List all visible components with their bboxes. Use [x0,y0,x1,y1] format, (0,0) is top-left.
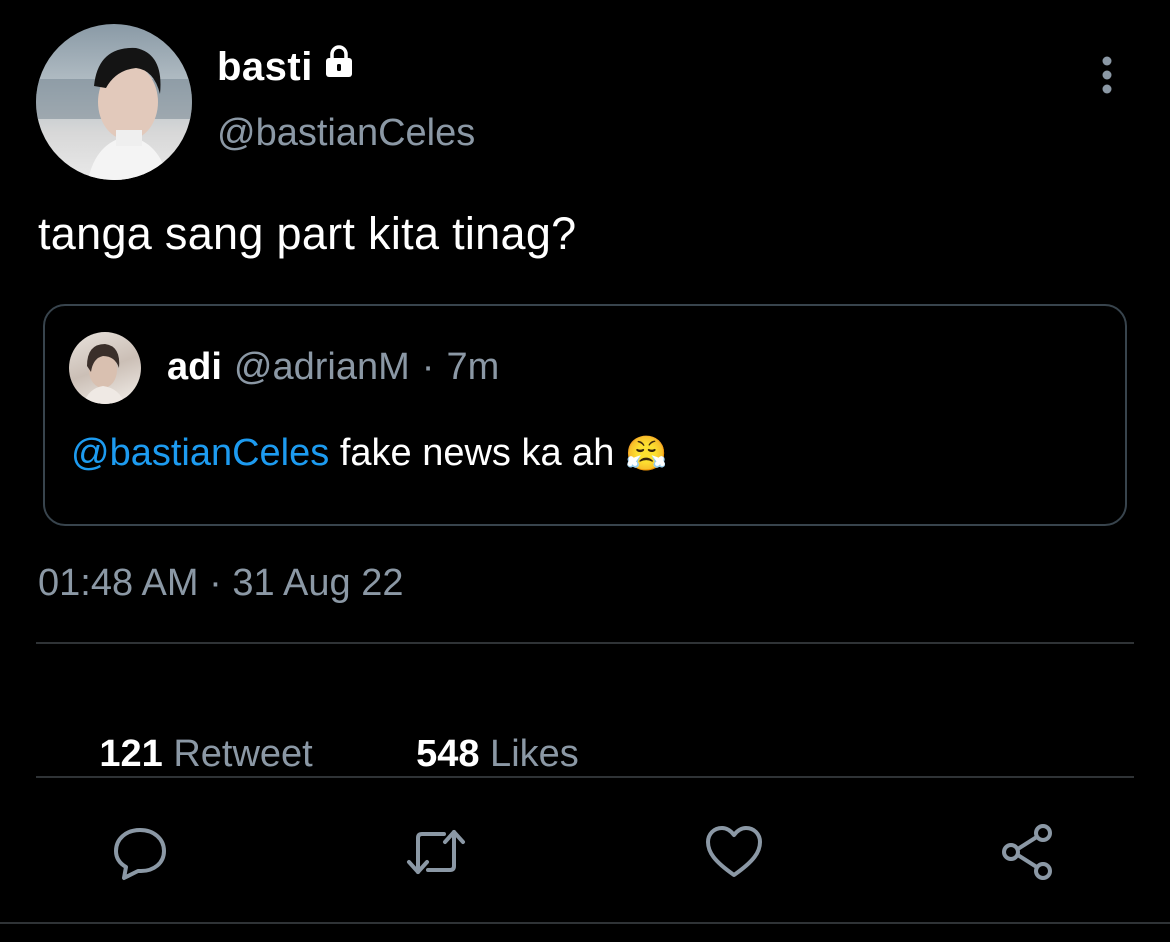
retweet-icon [407,830,465,874]
tweet-text: tanga sang part kita tinag? [38,208,577,259]
tweet-timestamp[interactable]: 01:48 AM · 31 Aug 22 [38,562,404,605]
likes-count: 548 [416,733,480,775]
mention-link[interactable]: @bastianCeles [71,432,329,475]
likes-stat[interactable]: 548 Likes [353,690,579,819]
divider [36,642,1134,644]
reply-button[interactable] [108,820,172,884]
author-avatar-photo [36,47,192,180]
quoted-tweet-header: adi @adrianM · 7m [167,346,499,389]
retweets-count: 121 [99,733,163,775]
quoted-author-handle[interactable]: @adrianM [234,346,410,389]
retweets-stat[interactable]: 121 Retweet [36,690,313,819]
quoted-author-name[interactable]: adi [167,346,222,389]
bottom-divider [0,922,1170,924]
quoted-tweet-text: @bastianCeles fake news ka ah 😤 [71,432,667,475]
more-options-button[interactable] [1090,52,1124,98]
engagement-stats: 121 Retweet 548 Likes [36,690,579,819]
quoted-avatar-photo [83,344,125,404]
reply-icon [114,828,166,880]
more-vertical-icon [1102,56,1112,94]
author-name-row: basti [217,44,357,90]
huffing-face-emoji: 😤 [625,434,668,473]
quoted-tweet-body: fake news ka ah [329,432,625,474]
heart-icon [706,826,762,877]
separator-dot: · [421,346,435,388]
quoted-tweet-time: 7m [446,346,500,388]
lock-icon [321,44,357,90]
share-button[interactable] [996,820,1060,884]
retweets-label: Retweet [162,733,313,775]
author-display-name[interactable]: basti [217,45,313,90]
like-button[interactable] [702,820,766,884]
quoted-tweet-card[interactable]: adi @adrianM · 7m @bastianCeles fake new… [43,304,1127,526]
likes-label: Likes [479,733,579,775]
share-icon [1002,824,1052,880]
quoted-author-avatar[interactable] [69,332,141,404]
retweet-button[interactable] [404,820,468,884]
divider [36,776,1134,778]
author-handle[interactable]: @bastianCeles [217,112,475,155]
author-avatar[interactable] [36,24,192,180]
